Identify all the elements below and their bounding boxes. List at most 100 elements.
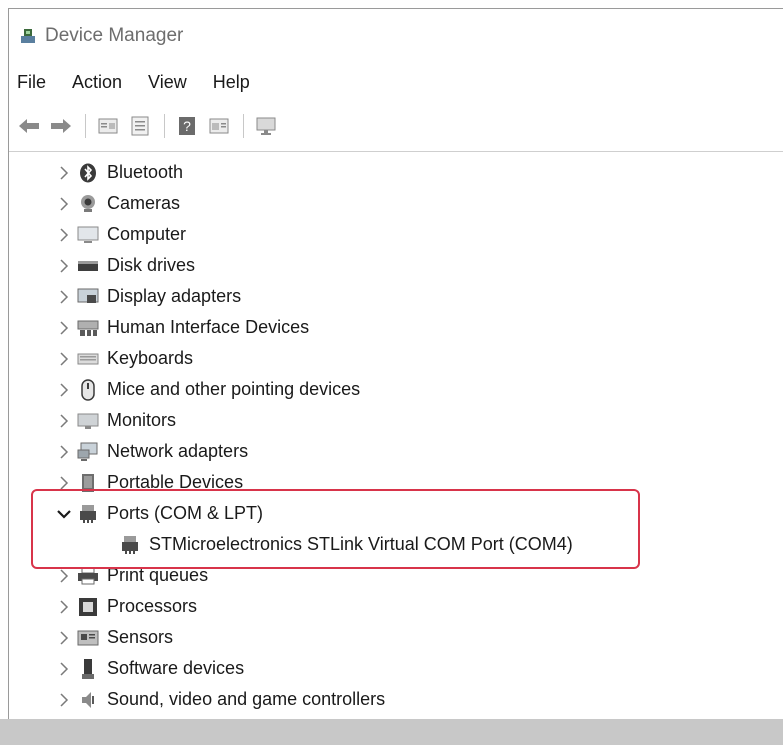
help-button[interactable]: ? bbox=[175, 114, 199, 138]
mouse-icon bbox=[77, 378, 99, 401]
chevron-right-icon[interactable] bbox=[55, 165, 73, 180]
chevron-right-icon[interactable] bbox=[55, 320, 73, 335]
chevron-right-icon[interactable] bbox=[55, 196, 73, 211]
chevron-right-icon[interactable] bbox=[55, 382, 73, 397]
tree-category-item[interactable]: Mice and other pointing devices bbox=[9, 374, 783, 405]
chevron-right-icon[interactable] bbox=[55, 661, 73, 676]
tree-item-label: Cameras bbox=[107, 193, 181, 213]
tree-item-label: Software devices bbox=[107, 658, 245, 678]
scan-hardware-button[interactable] bbox=[254, 114, 278, 138]
tree-category-item[interactable]: Bluetooth bbox=[9, 157, 783, 188]
hid-icon bbox=[77, 317, 99, 339]
back-button[interactable] bbox=[17, 114, 41, 138]
tree-item-label: Mice and other pointing devices bbox=[107, 379, 361, 399]
tree-item-label: Network adapters bbox=[107, 441, 249, 461]
monitor-icon bbox=[77, 410, 99, 432]
portable-device-icon bbox=[77, 472, 99, 494]
chevron-right-icon[interactable] bbox=[55, 289, 73, 304]
tree-item-label: Bluetooth bbox=[107, 162, 184, 182]
chevron-right-icon[interactable] bbox=[55, 413, 73, 428]
menu-file[interactable]: File bbox=[17, 72, 46, 93]
view-icon bbox=[209, 118, 229, 134]
camera-icon bbox=[77, 193, 99, 215]
sound-icon bbox=[77, 689, 99, 711]
device-manager-window: Device Manager File Action View Help ? B… bbox=[8, 8, 783, 719]
back-arrow-icon bbox=[19, 119, 39, 133]
tree-category-item[interactable]: Cameras bbox=[9, 188, 783, 219]
driver-icon bbox=[131, 116, 149, 136]
tree-item-label: Sound, video and game controllers bbox=[107, 689, 386, 709]
toolbar-separator bbox=[164, 114, 165, 138]
chevron-right-icon[interactable] bbox=[55, 351, 73, 366]
processor-icon bbox=[77, 596, 99, 618]
tree-child-item[interactable]: STMicroelectronics STLink Virtual COM Po… bbox=[9, 529, 783, 560]
computer-icon bbox=[77, 224, 99, 246]
svg-text:?: ? bbox=[183, 118, 191, 134]
chevron-right-icon[interactable] bbox=[55, 630, 73, 645]
tree-category-item[interactable]: Human Interface Devices bbox=[9, 312, 783, 343]
view-button[interactable] bbox=[207, 114, 231, 138]
software-device-icon bbox=[77, 658, 99, 680]
forward-button[interactable] bbox=[49, 114, 73, 138]
title-bar: Device Manager bbox=[9, 9, 783, 63]
network-adapter-icon bbox=[77, 441, 99, 463]
tree-item-label: Print queues bbox=[107, 565, 209, 585]
tree-category-item[interactable]: Software devices bbox=[9, 653, 783, 684]
chevron-right-icon[interactable] bbox=[55, 475, 73, 490]
toolbar-separator bbox=[243, 114, 244, 138]
menu-action[interactable]: Action bbox=[72, 72, 122, 93]
tree-item-label: Ports (COM & LPT) bbox=[107, 503, 264, 523]
chevron-down-icon[interactable] bbox=[55, 509, 73, 519]
tree-item-label: Portable Devices bbox=[107, 472, 244, 492]
toolbar-separator bbox=[85, 114, 86, 138]
tree-item-label: Computer bbox=[107, 224, 187, 244]
tree-category-item[interactable]: Ports (COM & LPT) bbox=[9, 498, 783, 529]
update-driver-button[interactable] bbox=[128, 114, 152, 138]
window-title: Device Manager bbox=[45, 25, 184, 46]
tree-category-item[interactable]: Sensors bbox=[9, 622, 783, 653]
tree-category-item[interactable]: Keyboards bbox=[9, 343, 783, 374]
tree-category-item[interactable]: Display adapters bbox=[9, 281, 783, 312]
chevron-right-icon[interactable] bbox=[55, 227, 73, 242]
tree-category-item[interactable]: Computer bbox=[9, 219, 783, 250]
tree-category-item[interactable]: Print queues bbox=[9, 560, 783, 591]
tree-item-label: STMicroelectronics STLink Virtual COM Po… bbox=[149, 534, 573, 554]
device-manager-icon bbox=[19, 27, 37, 45]
properties-icon bbox=[98, 118, 118, 134]
tree-item-label: Disk drives bbox=[107, 255, 196, 275]
tree-item-label: Monitors bbox=[107, 410, 177, 430]
help-icon: ? bbox=[179, 117, 195, 135]
menu-bar: File Action View Help bbox=[9, 63, 783, 101]
device-tree: Bluetooth Cameras Computer Disk drives Displ… bbox=[9, 155, 783, 719]
properties-button[interactable] bbox=[96, 114, 120, 138]
forward-arrow-icon bbox=[51, 119, 71, 133]
tree-item-label: Processors bbox=[107, 596, 198, 616]
tree-item-label: Sensors bbox=[107, 627, 174, 647]
bluetooth-icon bbox=[77, 162, 99, 184]
sensor-icon bbox=[77, 627, 99, 649]
tree-category-item[interactable]: Portable Devices bbox=[9, 467, 783, 498]
menu-view[interactable]: View bbox=[148, 72, 187, 93]
tree-category-item[interactable]: Processors bbox=[9, 591, 783, 622]
tree-item-label: Keyboards bbox=[107, 348, 194, 368]
port-icon bbox=[77, 503, 99, 525]
tree-category-item[interactable]: Network adapters bbox=[9, 436, 783, 467]
chevron-right-icon[interactable] bbox=[55, 599, 73, 614]
disk-drive-icon bbox=[77, 255, 99, 277]
toolbar: ? bbox=[9, 101, 783, 152]
chevron-right-icon[interactable] bbox=[55, 258, 73, 273]
chevron-right-icon[interactable] bbox=[55, 568, 73, 583]
chevron-right-icon[interactable] bbox=[55, 444, 73, 459]
display-adapter-icon bbox=[77, 286, 99, 308]
keyboard-icon bbox=[77, 348, 99, 370]
status-bar bbox=[0, 719, 783, 745]
menu-help[interactable]: Help bbox=[213, 72, 250, 93]
port-icon bbox=[119, 534, 141, 556]
tree-category-item[interactable]: Disk drives bbox=[9, 250, 783, 281]
chevron-right-icon[interactable] bbox=[55, 692, 73, 707]
tree-category-item[interactable]: Monitors bbox=[9, 405, 783, 436]
tree-item-label: Human Interface Devices bbox=[107, 317, 310, 337]
printer-icon bbox=[77, 565, 99, 587]
tree-category-item[interactable]: Sound, video and game controllers bbox=[9, 684, 783, 715]
monitor-icon bbox=[256, 117, 276, 135]
